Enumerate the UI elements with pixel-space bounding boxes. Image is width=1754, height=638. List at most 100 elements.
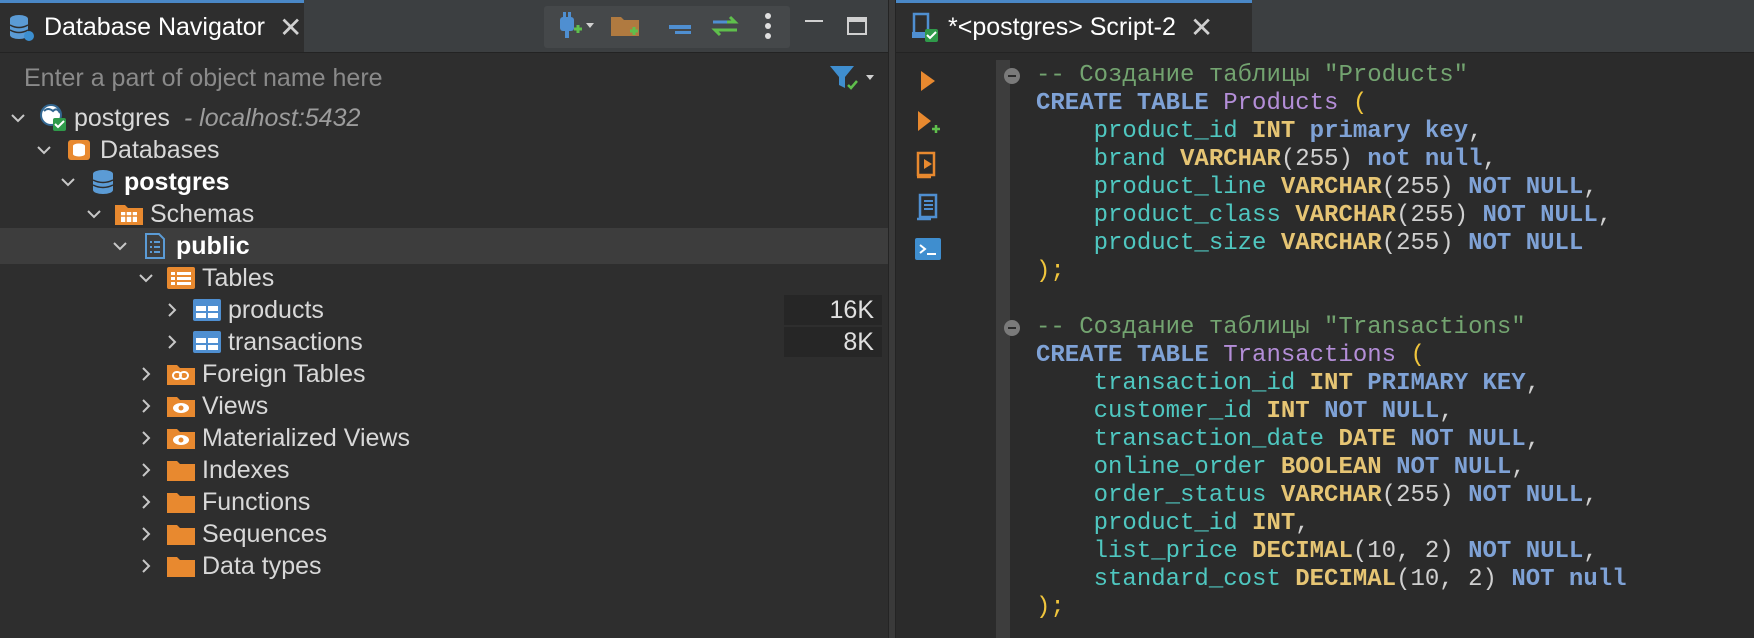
connection-host: - localhost:5432 (183, 103, 361, 132)
database-navigator-panel: Database Navigator ✕ Enter a part of obj… (0, 0, 888, 638)
chevron-right-icon[interactable] (136, 364, 156, 384)
folder-icon (166, 488, 196, 516)
chevron-down-icon[interactable] (58, 172, 78, 192)
code-line: product_line VARCHAR(255) NOT NULL, (1093, 174, 1598, 201)
code-line: transaction_date DATE NOT NULL, (1093, 426, 1541, 453)
tree-item-label: Schemas (150, 199, 255, 228)
chevron-down-icon[interactable] (8, 108, 28, 128)
tree-item-materialized-views[interactable]: Materialized Views (0, 420, 888, 456)
sql-script-icon (910, 12, 940, 44)
code-line: list_price DECIMAL(10, 2) NOT NULL, (1093, 538, 1598, 565)
tree-item-label: Materialized Views (202, 423, 410, 452)
table-icon (192, 328, 222, 356)
run-new-tab-icon[interactable] (910, 105, 946, 141)
close-icon[interactable]: ✕ (1190, 11, 1213, 44)
plug-add-icon[interactable] (552, 8, 598, 44)
object-filter-input[interactable] (12, 60, 812, 96)
tree-item-label: transactions (228, 327, 363, 356)
tab-title: Database Navigator (44, 13, 265, 41)
folder-icon (166, 520, 196, 548)
kebab-menu-icon[interactable] (756, 8, 780, 44)
tree-item-functions[interactable]: Functions (0, 484, 888, 520)
tree-item-foreign-tables[interactable]: Foreign Tables (0, 356, 888, 392)
folder-icon (166, 456, 196, 484)
filter-icon[interactable] (828, 62, 878, 94)
close-icon[interactable]: ✕ (279, 11, 302, 44)
tree-item-label: postgres (74, 103, 170, 132)
chevron-right-icon[interactable] (136, 460, 156, 480)
schemas-folder-icon (114, 200, 144, 228)
table-size-badge: 16K (784, 295, 882, 325)
collapse-all-icon[interactable] (660, 8, 700, 44)
tree-item-label: Tables (202, 263, 275, 292)
databases-folder-icon (64, 136, 94, 164)
tab-database-navigator[interactable]: Database Navigator ✕ (0, 0, 304, 52)
code-line: customer_id INT NOT NULL, (1093, 398, 1454, 425)
chevron-down-icon[interactable] (136, 268, 156, 288)
database-icon (88, 168, 118, 196)
code-line: brand VARCHAR(255) not null, (1093, 146, 1497, 173)
chevron-right-icon[interactable] (136, 556, 156, 576)
tree-item-label: public (176, 231, 250, 260)
chevron-right-icon[interactable] (162, 332, 182, 352)
tree-item-tables[interactable]: Tables (0, 260, 888, 296)
execute-script-icon[interactable] (910, 147, 946, 183)
tree-item-connection[interactable]: postgres - localhost:5432 (0, 100, 888, 136)
tree-item-label: products (228, 295, 324, 324)
tree-item-database-postgres[interactable]: postgres (0, 164, 888, 200)
tree-item-label: Data types (202, 551, 322, 580)
tree-item-databases[interactable]: Databases (0, 132, 888, 168)
code-line: product_id INT primary key, (1093, 118, 1483, 145)
tree-item-label: Functions (202, 487, 311, 516)
tree-item-label: Indexes (202, 455, 290, 484)
fold-toggle-icon[interactable] (1004, 68, 1020, 84)
code-line: CREATE TABLE Transactions ( (1036, 342, 1425, 369)
explain-plan-icon[interactable] (910, 189, 946, 225)
link-with-editor-icon[interactable] (704, 8, 746, 44)
tree-item-sequences[interactable]: Sequences (0, 516, 888, 552)
code-line: product_size VARCHAR(255) NOT NULL (1093, 230, 1584, 257)
tree-item-table-transactions[interactable]: transactions 8K (0, 324, 888, 360)
tab-script-2[interactable]: *<postgres> Script-2 ✕ (896, 0, 1252, 52)
navigator-tabbar: Database Navigator ✕ (0, 0, 888, 53)
chevron-down-icon[interactable] (34, 140, 54, 160)
console-icon[interactable] (910, 231, 946, 267)
tree-item-label: Foreign Tables (202, 359, 366, 388)
run-icon[interactable] (910, 63, 946, 99)
chevron-right-icon[interactable] (136, 492, 156, 512)
tree-item-data-types[interactable]: Data types (0, 548, 888, 584)
code-line: product_class VARCHAR(255) NOT NULL, (1093, 202, 1613, 229)
tree-item-schema-public[interactable]: public (0, 228, 888, 264)
chevron-right-icon[interactable] (136, 524, 156, 544)
folder-add-icon[interactable] (604, 8, 648, 44)
chevron-right-icon[interactable] (136, 396, 156, 416)
tree-item-label: Views (202, 391, 269, 420)
editor-tabbar: *<postgres> Script-2 ✕ (896, 0, 1754, 53)
chevron-down-icon[interactable] (110, 236, 130, 256)
code-line: ); (1036, 594, 1065, 621)
tree-item-indexes[interactable]: Indexes (0, 452, 888, 488)
materialized-views-folder-icon (166, 424, 196, 452)
tree-item-label: postgres (124, 167, 230, 196)
views-folder-icon (166, 392, 196, 420)
chevron-down-icon[interactable] (84, 204, 104, 224)
filter-row (0, 56, 888, 100)
table-icon (192, 296, 222, 324)
chevron-right-icon[interactable] (136, 428, 156, 448)
tree-item-table-products[interactable]: products 16K (0, 292, 888, 328)
database-stack-icon (8, 13, 36, 43)
fold-toggle-icon[interactable] (1004, 320, 1020, 336)
code-line: -- Создание таблицы "Transactions" (1004, 314, 1526, 342)
minimize-icon[interactable] (800, 8, 828, 44)
tree-item-schemas[interactable]: Schemas (0, 196, 888, 232)
code-line: transaction_id INT PRIMARY KEY, (1093, 370, 1541, 397)
chevron-right-icon[interactable] (162, 300, 182, 320)
sql-editor-panel: *<postgres> Script-2 ✕ -- Создание табли… (896, 0, 1754, 638)
editor-action-gutter (896, 53, 994, 638)
panel-splitter[interactable] (888, 0, 896, 638)
editor-ruler (996, 60, 1010, 638)
folder-icon (166, 552, 196, 580)
tab-title: *<postgres> Script-2 (948, 13, 1176, 41)
tree-item-views[interactable]: Views (0, 388, 888, 424)
maximize-icon[interactable] (842, 8, 872, 44)
